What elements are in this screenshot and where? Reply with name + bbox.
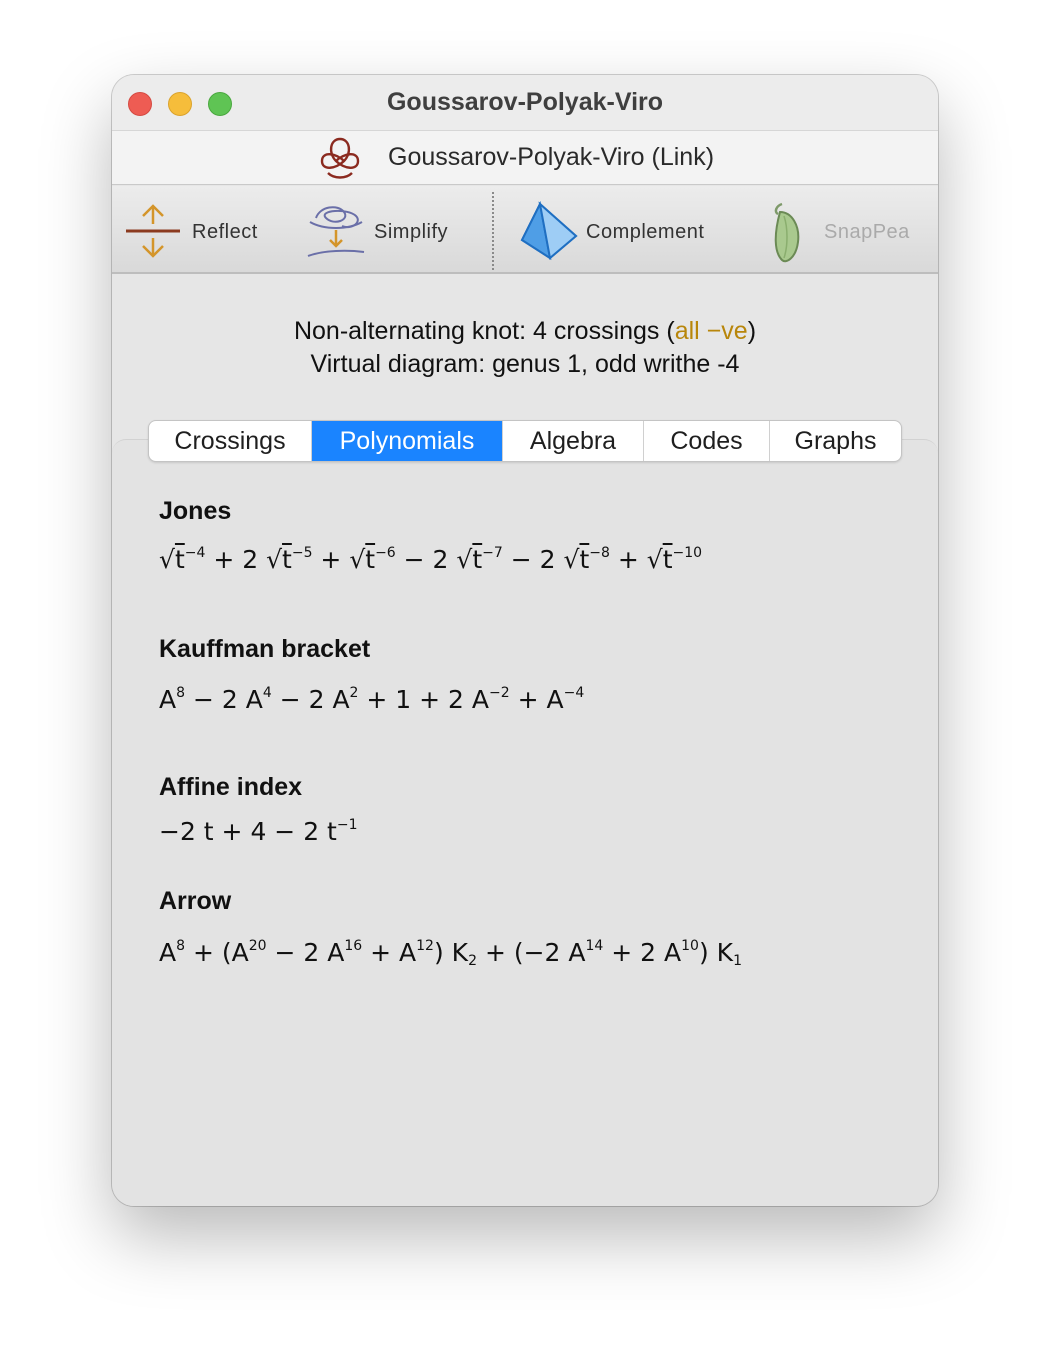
arrow-polynomial: A8 + (A20 − 2 A16 + A12) K2 + (−2 A14 + …	[159, 938, 742, 969]
toolbar: Reflect Simplify Complement SnapPea	[112, 186, 938, 274]
document-header: Goussarov-Polyak-Viro (Link)	[112, 131, 938, 185]
reflect-icon	[126, 204, 180, 258]
kauffman-polynomial: A8 − 2 A4 − 2 A2 + 1 + 2 A−2 + A−4	[159, 685, 585, 714]
simplify-icon	[307, 206, 365, 257]
tab-bar: Crossings Polynomials Algebra Codes Grap…	[148, 420, 902, 462]
summary-prefix: Non-alternating knot: 4 crossings (	[293, 317, 675, 345]
title-bar[interactable]: Goussarov-Polyak-Viro	[112, 75, 938, 131]
summary-line-2: Virtual diagram: genus 1, odd writhe -4	[310, 350, 740, 378]
tab-crossings[interactable]: Crossings	[149, 421, 312, 461]
tab-codes[interactable]: Codes	[644, 421, 770, 461]
toolbar-separator	[492, 192, 494, 270]
affine-polynomial: −2 t + 4 − 2 t−1	[159, 817, 358, 846]
window-title: Goussarov-Polyak-Viro	[386, 88, 664, 116]
tab-polynomials[interactable]: Polynomials	[312, 421, 503, 461]
knot-summary: Non-alternating knot: 4 crossings (all −…	[112, 315, 938, 381]
snappea-icon	[774, 202, 800, 263]
complement-label: Complement	[586, 221, 705, 243]
reflect-button[interactable]: Reflect	[124, 186, 274, 274]
jones-title: Jones	[159, 497, 232, 525]
complement-button[interactable]: Complement	[518, 186, 718, 274]
snappea-button[interactable]: SnapPea	[762, 186, 922, 274]
reflect-label: Reflect	[192, 221, 258, 243]
simplify-label: Simplify	[374, 221, 449, 243]
affine-title: Affine index	[159, 773, 303, 801]
summary-suffix: )	[747, 317, 757, 345]
tab-algebra[interactable]: Algebra	[503, 421, 644, 461]
tab-graphs[interactable]: Graphs	[770, 421, 901, 461]
writhe-sign-highlight: all −ve	[674, 317, 748, 345]
arrow-title: Arrow	[159, 887, 232, 915]
trefoil-knot-icon	[320, 137, 360, 179]
jones-polynomial: √t−4 + 2 √t−5 + √t−6 − 2 √t−7 − 2 √t−8 +…	[159, 545, 703, 574]
snappea-label: SnapPea	[824, 221, 910, 243]
kauffman-title: Kauffman bracket	[159, 635, 371, 663]
summary-line-1: Non-alternating knot: 4 crossings (all −…	[112, 315, 938, 348]
app-window: Goussarov-Polyak-Viro Goussarov-Polyak-V…	[112, 75, 938, 1206]
simplify-button[interactable]: Simplify	[304, 186, 474, 274]
document-title: Goussarov-Polyak-Viro (Link)	[388, 143, 715, 171]
tetrahedron-icon	[520, 200, 578, 261]
